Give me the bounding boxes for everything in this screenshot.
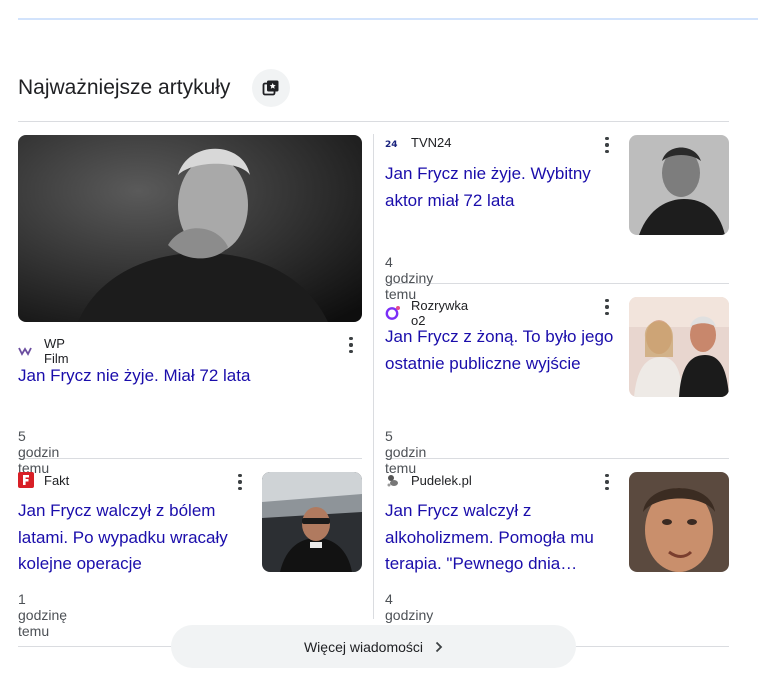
article-thumbnail [629, 472, 729, 572]
o2-logo [385, 305, 401, 321]
section-divider [18, 121, 729, 122]
row-divider [385, 283, 729, 284]
article-thumbnail [629, 297, 729, 397]
column-divider [373, 134, 374, 619]
tvn24-logo: 24 [385, 138, 401, 148]
article-title[interactable]: Jan Frycz walczył z alkoholizmem. Pomogł… [385, 498, 615, 578]
row-divider [18, 458, 362, 459]
article-source: TVN24 [411, 135, 452, 150]
more-vert-icon[interactable] [599, 472, 615, 492]
news-stack-icon [262, 80, 279, 96]
more-vert-icon[interactable] [343, 335, 359, 355]
wp-logo [18, 346, 34, 356]
article-time: 4 godziny temu [385, 254, 434, 302]
more-vert-icon[interactable] [232, 472, 248, 492]
row-divider [385, 458, 729, 459]
article-time: 5 godzin temu [385, 428, 427, 476]
pudelek-logo [385, 472, 401, 488]
chevron-right-icon [435, 641, 443, 653]
top-divider [18, 18, 758, 20]
article-time: 1 godzinę temu [18, 591, 68, 639]
more-news-button[interactable]: Więcej wiadomości [171, 625, 576, 668]
svg-text:24: 24 [385, 140, 398, 148]
article-thumbnail [262, 472, 362, 572]
more-vert-icon[interactable] [599, 135, 615, 155]
article-title[interactable]: Jan Frycz nie żyje. Wybitny aktor miał 7… [385, 161, 610, 214]
more-news-label: Więcej wiadomości [303, 638, 424, 655]
section-heading: Najważniejsze artykuły [18, 76, 231, 99]
article-title[interactable]: Jan Frycz z żoną. To było jego ostatnie … [385, 324, 615, 377]
article-thumbnail [629, 135, 729, 235]
article-image [18, 135, 362, 322]
news-stack-button[interactable] [252, 69, 290, 107]
article-time: 5 godzin temu [18, 428, 60, 476]
article-source: Fakt [44, 472, 70, 488]
fakt-logo [18, 472, 34, 488]
article-title[interactable]: Jan Frycz nie żyje. Miał 72 lata [18, 363, 348, 390]
more-vert-icon[interactable] [599, 297, 615, 317]
article-title[interactable]: Jan Frycz walczył z bólem latami. Po wyp… [18, 498, 248, 578]
article-source: WP Film [44, 336, 69, 366]
article-source: Pudelek.pl [411, 472, 472, 488]
